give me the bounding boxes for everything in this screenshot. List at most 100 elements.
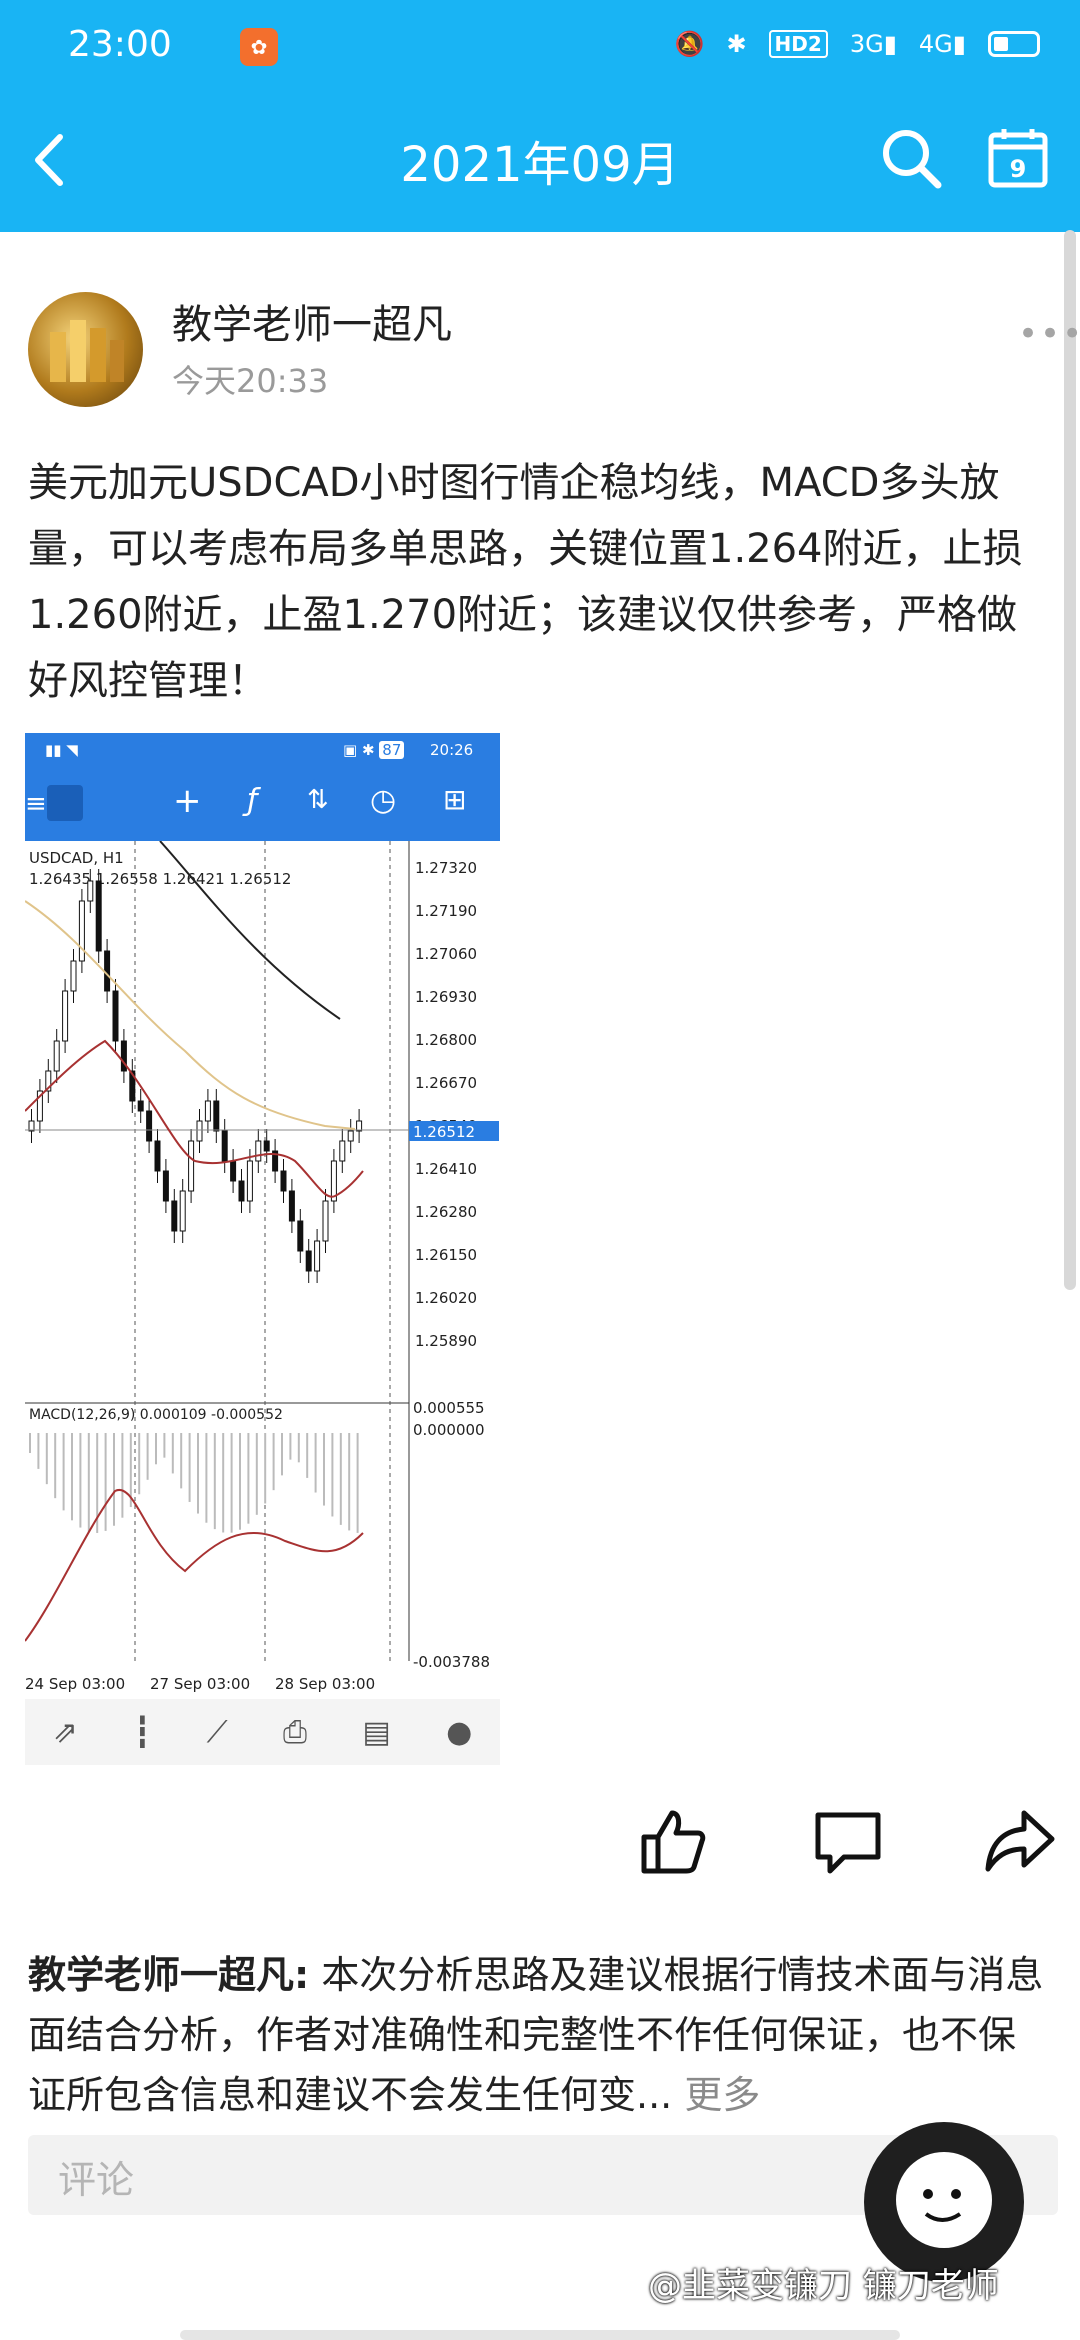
comment-preview[interactable]: 教学老师一超凡: 本次分析思路及建议根据行情技术面与消息面结合分析，作者对准确性… (28, 1945, 1048, 2125)
calendar-day: 9 (1010, 155, 1027, 183)
comment-author[interactable]: 教学老师一超凡 (28, 1953, 294, 1997)
macd-bar (71, 1433, 73, 1521)
signal-4g-label: 4G (918, 30, 953, 58)
post-actions (0, 1805, 1080, 1885)
macd-bar (297, 1433, 300, 1463)
comment-icon[interactable] (812, 1805, 884, 1877)
post-author[interactable]: 教学老师一超凡 (172, 292, 452, 350)
candle-body (339, 1140, 346, 1162)
signal-4g-icon: 4G▮ (918, 30, 966, 58)
macd-bar (171, 1433, 174, 1474)
candle-body (104, 950, 111, 992)
date-label: 28 Sep 03:00 (275, 1675, 375, 1693)
chat-icon[interactable]: ● (446, 1715, 472, 1750)
battery-icon (988, 31, 1040, 57)
mt-signal-icon: ▮▮ ◥ (45, 741, 78, 759)
candle-body (179, 1190, 186, 1232)
macd-bar (289, 1433, 292, 1460)
more-options-icon[interactable]: ••• (1018, 314, 1080, 354)
price-tick-label: 1.26150 (415, 1246, 477, 1264)
mt-status-icons: ▣ ✱ 87 (343, 741, 405, 759)
chart-screenshot[interactable]: ▮▮ ◥ ▣ ✱ 87 20:26 ≡ + ƒ ⇅ ◷ ⊞ USDCAD, H1… (25, 733, 500, 1765)
chart-ohlc: 1.26435 1.26558 1.26421 1.26512 (29, 870, 291, 888)
macd-bar (314, 1433, 317, 1493)
candle-body (230, 1160, 237, 1182)
quotes-icon[interactable]: ⇗ (53, 1715, 78, 1750)
trade-icon[interactable]: ⇅ (307, 785, 329, 815)
macd-bar (113, 1433, 115, 1526)
share-icon[interactable] (984, 1805, 1056, 1877)
mt-toolbar: ≡ + ƒ ⇅ ◷ ⊞ (25, 769, 500, 841)
macd-bar (54, 1433, 57, 1499)
candle-body (112, 990, 119, 1042)
price-tick-label: 1.25890 (415, 1332, 477, 1350)
macd-bar (197, 1433, 199, 1514)
date-label: 27 Sep 03:00 (150, 1675, 250, 1693)
macd-bar (146, 1433, 149, 1480)
candle-body (188, 1140, 195, 1192)
price-tick-label: 1.26800 (415, 1031, 477, 1049)
signal-3g-icon: 3G▮ (849, 30, 897, 58)
candle-body (95, 880, 102, 952)
candle-body (70, 960, 77, 992)
chart-symbol: USDCAD, H1 (29, 849, 124, 867)
candle-body (53, 1040, 60, 1072)
calendar-icon[interactable]: 9 (986, 125, 1050, 189)
candle-body (137, 1100, 144, 1112)
candle-body (154, 1140, 161, 1172)
mt-bottom-toolbar: ⇗ ┇ ⟋ ⎙ ▤ ● (25, 1699, 500, 1765)
macd-bar (323, 1433, 325, 1506)
search-icon[interactable] (876, 123, 946, 193)
trade-tab-icon[interactable]: ⟋ (207, 1715, 228, 1750)
clock-icon[interactable]: ◷ (370, 783, 396, 818)
chart-icon[interactable]: ┇ (133, 1715, 151, 1750)
mt-battery: 87 (379, 741, 405, 759)
price-tick-label: 1.27060 (415, 945, 477, 963)
like-icon[interactable] (636, 1805, 708, 1877)
macd-bar (247, 1433, 250, 1524)
candle-body (255, 1140, 262, 1162)
home-indicator (180, 2330, 900, 2340)
more-link[interactable]: 更多 (684, 2073, 760, 2117)
price-chart[interactable]: USDCAD, H1 1.26435 1.26558 1.26421 1.265… (25, 841, 500, 1699)
mute-icon: 🔕 (674, 30, 705, 58)
macd-bar (255, 1433, 258, 1515)
ma-slow-line (25, 900, 356, 1130)
mt-logo-icon (47, 785, 83, 821)
price-tick-label: 1.26670 (415, 1074, 477, 1092)
macd-bar (281, 1433, 283, 1476)
hd-icon: HD2 (768, 30, 828, 58)
crosshair-icon[interactable]: + (173, 781, 202, 821)
price-tick-label: 1.26020 (415, 1289, 477, 1307)
menu-icon[interactable]: ≡ (25, 789, 47, 819)
macd-bar (205, 1433, 208, 1523)
scrollbar[interactable] (1064, 230, 1076, 1290)
price-tick-label: 1.26930 (415, 988, 477, 1006)
candle-body (347, 1130, 354, 1142)
candle-body (322, 1200, 329, 1242)
indicator-icon[interactable]: ƒ (247, 783, 258, 818)
add-icon[interactable]: ⊞ (443, 783, 466, 816)
price-tick-label: 1.27190 (415, 902, 477, 920)
mt-header: ▮▮ ◥ ▣ ✱ 87 20:26 ≡ + ƒ ⇅ ◷ ⊞ (25, 733, 500, 841)
macd-bar (239, 1433, 241, 1530)
macd-bar (356, 1433, 359, 1533)
avatar[interactable] (28, 292, 143, 407)
macd-bar (213, 1433, 216, 1530)
news-icon[interactable]: ▤ (362, 1715, 390, 1750)
macd-bar (79, 1433, 82, 1528)
candle-body (78, 900, 85, 962)
post-content: 美元加元USDCAD小时图行情企稳均线，MACD多头放量，可以考虑布局多单思路，… (28, 460, 1023, 704)
macd-bar (29, 1433, 31, 1453)
app-header: 23:00 ✿ 🔕 ✱ HD2 3G▮ 4G▮ 2021年09月 9 (0, 0, 1080, 232)
nav-bar: 2021年09月 9 (0, 95, 1080, 232)
candle-body (221, 1130, 228, 1162)
macd-bar (331, 1433, 334, 1517)
macd-label: MACD(12,26,9) 0.000109 -0.000552 (29, 1407, 283, 1423)
history-icon[interactable]: ⎙ (283, 1715, 307, 1750)
candle-body (213, 1100, 220, 1132)
candle-body (87, 880, 94, 902)
candle-body (238, 1180, 245, 1202)
status-bar: 23:00 ✿ 🔕 ✱ HD2 3G▮ 4G▮ (0, 0, 1080, 95)
macd-bar (155, 1433, 157, 1465)
